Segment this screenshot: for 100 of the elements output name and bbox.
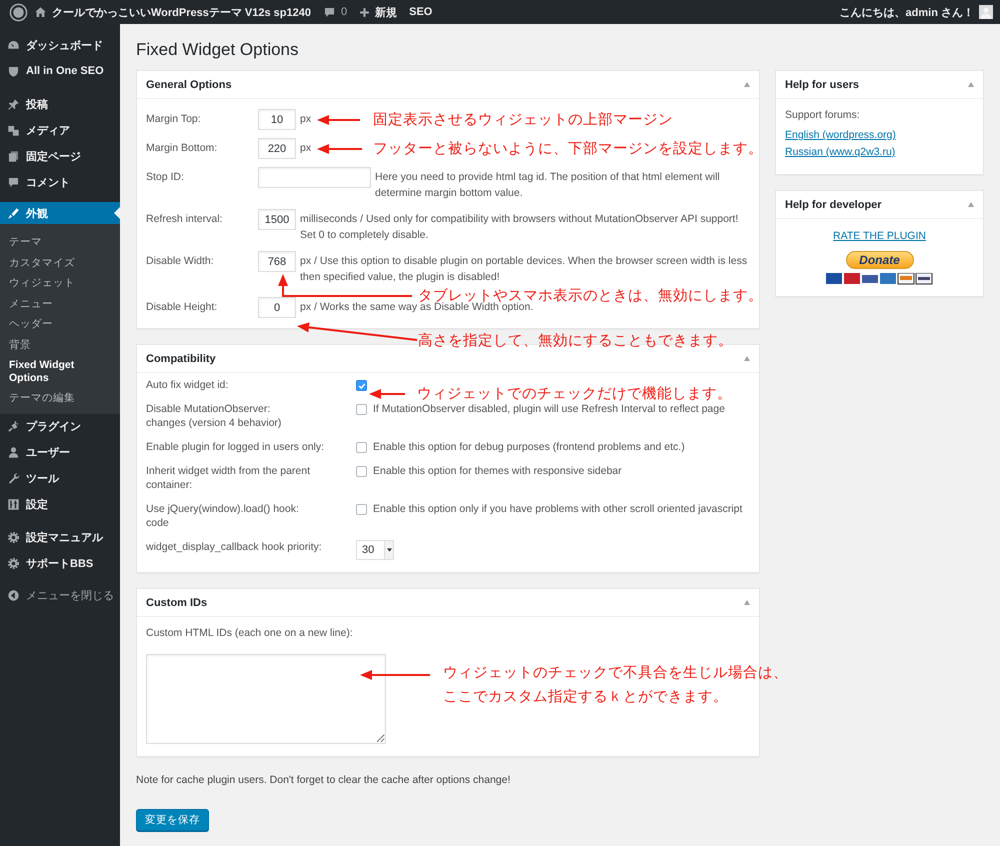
collapse-toggle-icon[interactable] bbox=[968, 82, 974, 87]
sliders-icon bbox=[7, 498, 20, 511]
help-text: If MutationObserver disabled, plugin will use Refresh Interval to reflect page bbox=[373, 402, 725, 416]
submenu-item[interactable]: テーマの編集 bbox=[0, 388, 120, 408]
help-text: px bbox=[300, 112, 312, 127]
check-icon bbox=[358, 382, 366, 390]
text-field[interactable] bbox=[258, 167, 371, 188]
brush-icon bbox=[7, 206, 20, 220]
arrow bbox=[360, 670, 430, 680]
priority-select[interactable]: 30 bbox=[356, 540, 394, 560]
field-label: Margin Top: bbox=[146, 112, 202, 127]
number-field[interactable]: 1500 bbox=[258, 209, 296, 230]
gear-icon bbox=[7, 531, 20, 544]
collapse-toggle-icon[interactable] bbox=[744, 600, 750, 605]
annotation-text: フッターと被らないように、下部マージンを設定します。 bbox=[373, 141, 763, 157]
forum-link[interactable]: English (wordpress.org) bbox=[785, 129, 896, 141]
support-label: Support forums: bbox=[785, 109, 861, 121]
checkbox[interactable] bbox=[356, 466, 367, 477]
comment-icon bbox=[322, 6, 336, 18]
menu-item[interactable]: 外観 bbox=[0, 202, 120, 224]
checkbox[interactable] bbox=[356, 380, 367, 391]
menu-item[interactable]: ダッシュボード bbox=[0, 32, 120, 58]
menu-item[interactable]: 設定マニュアル bbox=[0, 524, 120, 550]
number-field[interactable]: 0 bbox=[258, 297, 296, 318]
annotation-text: ウィジェットのチェックで不具合を生じル場合は、 bbox=[443, 665, 788, 681]
annotation-text: タブレットやスマホ表示のときは、無効にします。 bbox=[418, 288, 763, 304]
checkbox[interactable] bbox=[356, 442, 367, 453]
save-button[interactable]: 変更を保存 bbox=[136, 809, 209, 831]
annotation-text: 固定表示させるウィジェットの上部マージン bbox=[373, 112, 673, 128]
help-text: Here you need to provide html tag id. The position of that html element will determine margin bottom value. bbox=[375, 170, 721, 201]
collapse-toggle-icon[interactable] bbox=[968, 202, 974, 207]
menu-item[interactable]: 固定ページ bbox=[0, 143, 120, 169]
page-icon bbox=[7, 150, 20, 162]
panel-title: Compatibility bbox=[146, 352, 216, 364]
menu-item[interactable]: プラグイン bbox=[0, 414, 120, 440]
help-text: Enable this option for themes with responsive sidebar bbox=[373, 464, 622, 478]
submenu-item[interactable]: テーマ bbox=[0, 232, 120, 252]
ids-textarea[interactable] bbox=[146, 654, 386, 744]
shield-icon bbox=[7, 64, 20, 78]
help-text: milliseconds / Used only for compatibility with browsers without MutationObserver API support! Set 0 to completely disable. bbox=[300, 212, 740, 243]
page-title: Fixed Widget Options bbox=[136, 40, 300, 60]
panel-title: General Options bbox=[146, 78, 232, 90]
gear-icon bbox=[7, 557, 20, 570]
media-icon bbox=[7, 124, 20, 136]
site-title-link[interactable]: クールでかっこいいWordPressテーマ V12s sp1240 bbox=[34, 4, 311, 20]
submenu-item[interactable]: ウィジェット bbox=[0, 273, 120, 294]
menu-item[interactable]: メディア bbox=[0, 117, 120, 143]
panel-title: Custom IDs bbox=[146, 596, 208, 608]
submenu-item[interactable]: 背景 bbox=[0, 334, 120, 355]
collapse-toggle-icon[interactable] bbox=[744, 356, 750, 361]
field-label: Margin Bottom: bbox=[146, 141, 218, 156]
plus-icon bbox=[359, 6, 370, 18]
help-text: Enable this option for debug purposes (frontend problems and etc.) bbox=[373, 440, 685, 454]
menu-item[interactable]: ユーザー bbox=[0, 440, 120, 466]
account-link[interactable]: こんにちは、admin さん！ bbox=[840, 4, 993, 20]
annotation-text: 高さを指定して、無効にすることもできます。 bbox=[418, 333, 733, 349]
field-label: Custom HTML IDs (each one on a new line): bbox=[146, 627, 354, 639]
comment-icon bbox=[7, 176, 20, 188]
checkbox[interactable] bbox=[356, 404, 367, 415]
forum-link[interactable]: Russian (www.q2w3.ru) bbox=[785, 146, 896, 158]
field-label: widget_display_callback hook priority: bbox=[146, 540, 323, 554]
menu-item[interactable]: ツール bbox=[0, 466, 120, 492]
submenu-item[interactable]: カスタマイズ bbox=[0, 252, 120, 273]
submenu-item[interactable]: ヘッダー bbox=[0, 314, 120, 334]
annotation-text: ウィジェットでのチェックだけで機能します。 bbox=[417, 386, 732, 402]
checkbox[interactable] bbox=[356, 504, 367, 515]
field-label: Inherit widget width from the parent container: bbox=[146, 464, 312, 492]
wrench-icon bbox=[7, 472, 20, 485]
field-label: Refresh interval: bbox=[146, 212, 224, 227]
donate-button[interactable]: Donate bbox=[846, 251, 914, 269]
help-text: px bbox=[300, 141, 312, 156]
field-label: Disable Height: bbox=[146, 300, 218, 315]
field-label: Use jQuery(window).load() hook: code bbox=[146, 502, 300, 530]
pin-icon bbox=[7, 98, 20, 110]
cache-note: Note for cache plugin users. Don't forget to clear the cache after options change! bbox=[136, 773, 512, 787]
seo-link[interactable]: SEO bbox=[409, 6, 432, 18]
panel-title: Help for users bbox=[785, 78, 859, 90]
menu-item[interactable]: コメント bbox=[0, 169, 120, 195]
menu-item[interactable]: サポートBBS bbox=[0, 550, 120, 576]
home-icon bbox=[34, 6, 47, 18]
menu-item[interactable]: All in One SEO bbox=[0, 58, 120, 84]
menu-item[interactable]: 設定 bbox=[0, 492, 120, 518]
number-field[interactable]: 768 bbox=[258, 251, 296, 272]
menu-item[interactable]: 投稿 bbox=[0, 91, 120, 117]
field-label: Stop ID: bbox=[146, 170, 185, 185]
collapse-toggle-icon[interactable] bbox=[744, 82, 750, 87]
gauge-icon bbox=[7, 38, 20, 52]
submenu-item[interactable]: メニュー bbox=[0, 294, 120, 314]
logo-icon[interactable] bbox=[9, 2, 28, 22]
field-label: Disable MutationObserver: changes (version 4 behavior) bbox=[146, 402, 282, 430]
rate-plugin-link[interactable]: RATE THE PLUGIN bbox=[833, 230, 926, 242]
number-field[interactable]: 220 bbox=[258, 138, 296, 159]
submenu-item[interactable]: Fixed Widget Options bbox=[0, 355, 120, 388]
comments-link[interactable]: 0 bbox=[322, 6, 348, 18]
number-field[interactable]: 10 bbox=[258, 109, 296, 130]
new-link[interactable]: 新規 bbox=[359, 4, 398, 20]
annotation-text: ここでカスタム指定するｋとができます。 bbox=[443, 689, 728, 705]
field-label: Disable Width: bbox=[146, 254, 215, 269]
collapse-menu-link[interactable]: メニューを閉じる bbox=[0, 584, 120, 608]
avatar-icon bbox=[979, 5, 993, 19]
